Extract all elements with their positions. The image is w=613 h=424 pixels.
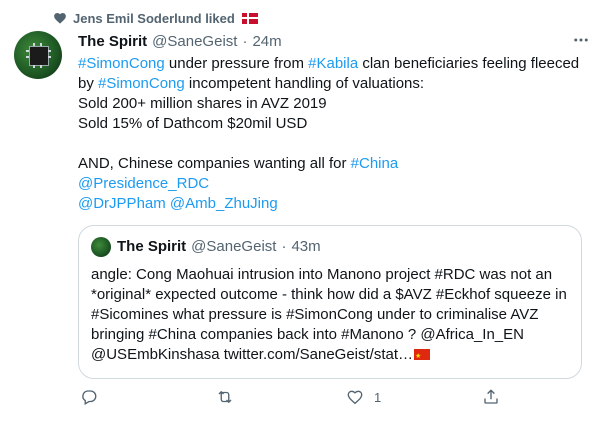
quoted-text-line: bringing #China companies back into #Man… [91, 326, 524, 343]
hashtag-link[interactable]: #SimonCong [78, 55, 165, 72]
quoted-text-line: #Sicomines what pressure is #SimonCong u… [91, 306, 539, 323]
tweet-text-line: #SimonCong under pressure from #Kabila c… [78, 54, 588, 74]
quoted-tweet[interactable]: The Spirit @SaneGeist · 43m angle: Cong … [78, 225, 582, 379]
text-segment: Sold 15% of Dathcom $20mil USD [78, 115, 308, 132]
text-segment: Sold 200+ million shares in AVZ 2019 [78, 95, 327, 112]
hashtag-link[interactable]: #SimonCong [98, 75, 185, 92]
text-segment: by [78, 75, 99, 92]
tweet-text-line: @Presidence_RDC [78, 174, 588, 194]
hashtag-link[interactable]: #China [351, 155, 399, 172]
text-segment: incompetent handling of valuations: [184, 75, 425, 92]
quoted-text-last-line: @USEmbKinshasa twitter.com/SaneGeist/sta… [91, 344, 571, 367]
quoted-tweet-text: angle: Cong Maohuai intrusion into Manon… [91, 264, 571, 367]
tweet-text-line: Sold 200+ million shares in AVZ 2019 [78, 94, 588, 114]
quoted-text-line: angle: Cong Maohuai intrusion into Manon… [91, 266, 553, 283]
like-count: 1 [374, 389, 382, 405]
tweet-text-line: @DrJPPham @Amb_ZhuJing [78, 194, 588, 214]
reply-icon [82, 390, 97, 405]
quoted-author-handle[interactable]: @SaneGeist [191, 238, 276, 255]
mention-link[interactable]: @Presidence_RDC [78, 175, 209, 192]
tweet-text-line: Sold 15% of Dathcom $20mil USD [78, 114, 588, 134]
heart-icon [53, 11, 67, 25]
tweet-text-line [78, 134, 588, 154]
text-segment: AND, Chinese companies wanting all for [78, 155, 351, 172]
author-name[interactable]: The Spirit [78, 33, 147, 50]
retweet-icon [218, 391, 232, 403]
china-flag-icon [414, 346, 431, 367]
tweet-text: #SimonCong under pressure from #Kabila c… [78, 54, 588, 214]
tweet-actions: 1 [78, 383, 518, 411]
hashtag-link[interactable]: #Kabila [308, 55, 358, 72]
social-context-text[interactable]: Jens Emil Soderlund liked [73, 11, 235, 26]
tweet-header: The Spirit @SaneGeist · 24m [78, 31, 282, 51]
quoted-tweet-header: The Spirit @SaneGeist · 43m [117, 238, 321, 255]
share-button[interactable] [482, 383, 510, 411]
retweet-button[interactable] [216, 383, 244, 411]
more-dots-icon [574, 38, 588, 42]
quoted-author-name[interactable]: The Spirit [117, 238, 186, 255]
text-segment: clan beneficiaries feeling fleeced [358, 55, 580, 72]
quoted-author-avatar[interactable] [91, 237, 111, 257]
text-segment: under pressure from [164, 55, 309, 72]
tweet-card[interactable]: Jens Emil Soderlund liked The Spirit @Sa… [0, 0, 613, 424]
quoted-text-line: *original* expected outcome - think how … [91, 286, 567, 303]
mention-link[interactable]: @DrJPPham [78, 195, 166, 212]
tweet-text-line: AND, Chinese companies wanting all for #… [78, 154, 588, 174]
quoted-tweet-timestamp[interactable]: 43m [291, 238, 320, 255]
denmark-flag-icon [241, 12, 258, 24]
mention-link[interactable]: @Amb_ZhuJing [170, 195, 278, 212]
separator-dot: · [242, 32, 248, 50]
like-button[interactable]: 1 [346, 383, 381, 411]
author-avatar[interactable] [14, 31, 62, 79]
author-handle[interactable]: @SaneGeist [152, 33, 237, 50]
reply-button[interactable] [80, 383, 108, 411]
heart-outline-icon [347, 390, 363, 405]
more-options-button[interactable] [569, 30, 593, 50]
tweet-timestamp[interactable]: 24m [252, 33, 281, 50]
quoted-text-line: @USEmbKinshasa twitter.com/SaneGeist/sta… [91, 346, 414, 363]
separator-dot: · [281, 238, 287, 255]
social-context: Jens Emil Soderlund liked [53, 9, 258, 27]
tweet-text-line: by #SimonCong incompetent handling of va… [78, 74, 588, 94]
share-icon [484, 389, 498, 404]
